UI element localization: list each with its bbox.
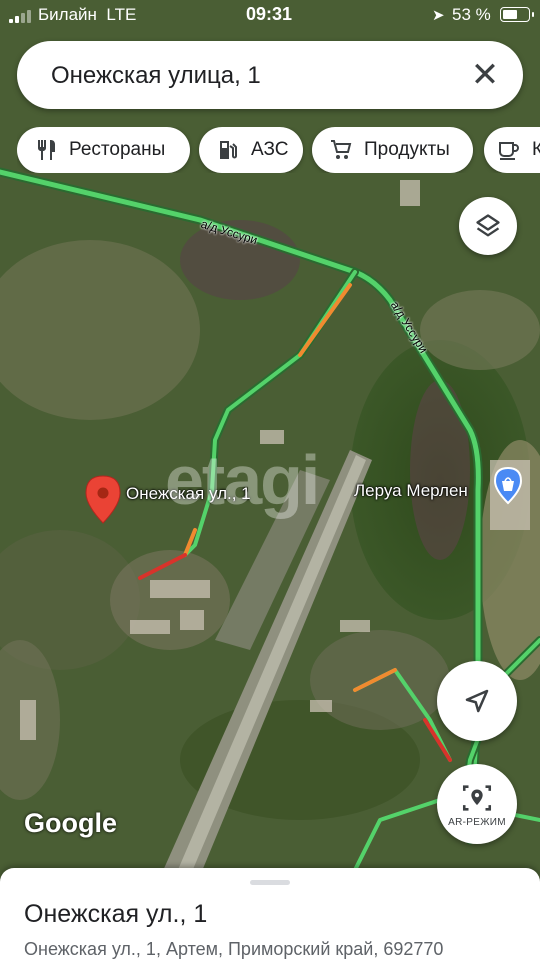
layers-icon [476,214,500,237]
watermark: etagi [165,441,320,519]
place-address: Онежская ул., 1, Артем, Приморский край,… [24,939,444,959]
ar-mode-label: AR-РЕЖИМ [448,816,506,828]
poi-label[interactable]: Леруа Мерлен [354,481,468,501]
search-box[interactable]: Онежская улица, 1 ✕ [17,41,523,109]
battery-percent: 53 % [452,5,491,24]
ar-location-icon [462,784,492,811]
chip-gas-stations[interactable]: АЗС [199,127,303,173]
navigation-arrow-icon [465,689,489,713]
place-sheet[interactable]: Онежская ул., 1 Онежская ул., 1, Артем, … [0,868,540,960]
close-icon[interactable]: ✕ [465,55,505,95]
battery-icon [500,7,534,22]
coffee-icon [496,137,522,163]
my-location-button[interactable] [437,661,517,741]
chip-coffee[interactable]: К [484,127,540,173]
chip-label: Продукты [364,139,450,160]
chip-groceries[interactable]: Продукты [312,127,473,173]
location-arrow-icon: ➤ [432,7,445,24]
search-query[interactable]: Онежская улица, 1 [51,62,261,90]
signal-icon [9,10,31,23]
clock: 09:31 [246,4,293,24]
cart-icon [328,137,354,163]
layers-button[interactable] [459,197,517,255]
carrier: Билайн LTE [38,5,137,24]
place-title: Онежская ул., 1 [24,900,208,928]
chip-label: Рестораны [69,139,166,160]
category-chips: Рестораны АЗС Продукты К [17,127,540,173]
sheet-handle[interactable] [250,880,290,885]
chip-label: К [532,139,540,160]
chip-label: АЗС [251,139,289,160]
status-bar: Билайн LTE 09:31 ➤ 53 % [0,0,540,32]
gas-station-icon [215,137,241,163]
restaurant-icon [33,137,59,163]
ar-mode-button[interactable]: AR-РЕЖИМ [437,764,517,844]
chip-restaurants[interactable]: Рестораны [17,127,190,173]
google-logo: Google [24,808,117,838]
